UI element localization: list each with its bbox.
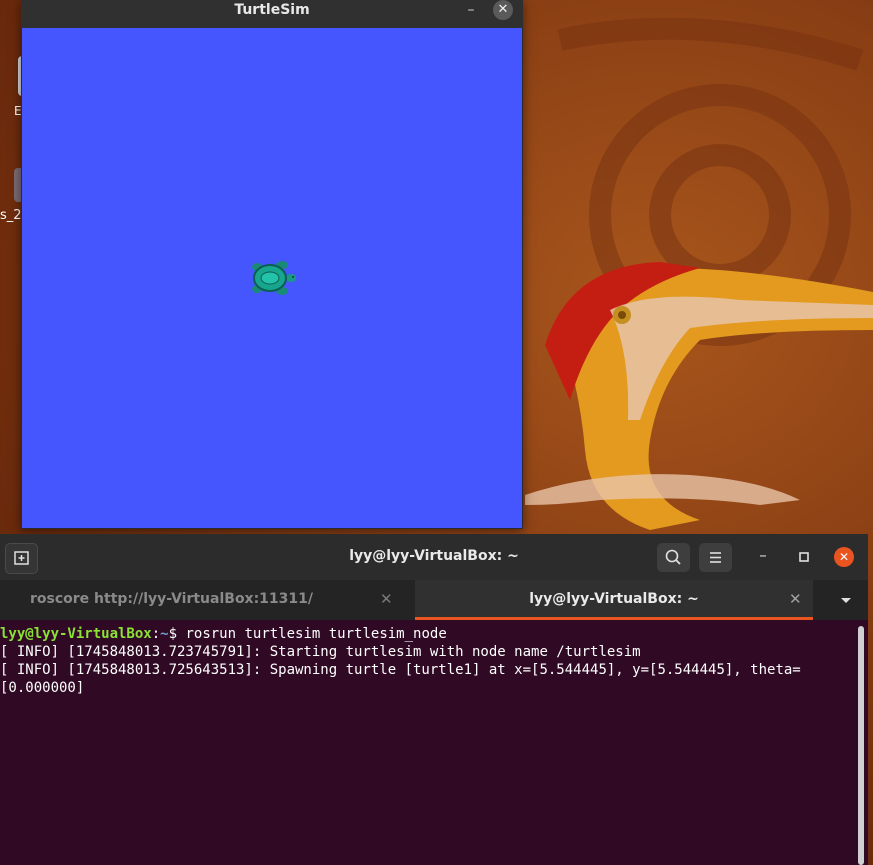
turtle-icon bbox=[252, 261, 296, 295]
turtlesim-title: TurtleSim bbox=[234, 2, 310, 18]
terminal-window: lyy@lyy-VirtualBox: ~ – ✕ roscore http:/… bbox=[0, 534, 868, 865]
maximize-icon bbox=[799, 552, 809, 562]
search-icon bbox=[665, 549, 681, 565]
terminal-output-line: [ INFO] [1745848013.723745791]: Starting… bbox=[0, 644, 641, 660]
turtle-shell-pattern bbox=[260, 271, 280, 285]
turtlesim-titlebar[interactable]: TurtleSim – ✕ bbox=[21, 0, 523, 28]
terminal-minimize-button[interactable]: – bbox=[752, 546, 774, 568]
hamburger-menu-icon bbox=[710, 552, 721, 563]
desktop-icon-label: s_2 bbox=[0, 208, 22, 223]
tab-close-button[interactable]: ✕ bbox=[380, 590, 393, 608]
terminal-title: lyy@lyy-VirtualBox: ~ bbox=[349, 548, 519, 564]
prompt-command: rosrun turtlesim turtlesim_node bbox=[177, 626, 447, 642]
turtle-eye bbox=[292, 276, 294, 278]
search-button[interactable] bbox=[657, 543, 690, 572]
turtle-head bbox=[286, 274, 296, 282]
terminal-output[interactable]: lyy@lyy-VirtualBox:~$ rosrun turtlesim t… bbox=[0, 623, 856, 865]
prompt-path: ~ bbox=[160, 626, 169, 642]
tab-close-button[interactable]: ✕ bbox=[789, 590, 802, 608]
terminal-maximize-button[interactable] bbox=[793, 546, 815, 568]
turtlesim-window: TurtleSim – ✕ bbox=[21, 0, 523, 529]
turtlesim-minimize-button[interactable]: – bbox=[463, 2, 479, 22]
tab-label: roscore http://lyy-VirtualBox:11311/ bbox=[29, 591, 314, 607]
tab-lyy-shell[interactable]: lyy@lyy-VirtualBox: ~ ✕ bbox=[415, 580, 813, 620]
tab-label: lyy@lyy-VirtualBox: ~ bbox=[529, 591, 699, 607]
terminal-output-line: [0.000000] bbox=[0, 680, 85, 696]
tab-list-dropdown[interactable] bbox=[836, 591, 856, 609]
menu-button[interactable] bbox=[699, 543, 732, 572]
chevron-down-icon bbox=[841, 598, 851, 603]
terminal-headerbar[interactable]: lyy@lyy-VirtualBox: ~ – ✕ bbox=[0, 534, 868, 580]
terminal-scrollbar[interactable] bbox=[858, 626, 864, 865]
prompt-symbol: $ bbox=[168, 626, 178, 642]
turtlesim-close-button[interactable]: ✕ bbox=[493, 0, 513, 20]
turtlesim-canvas bbox=[22, 28, 522, 528]
prompt-sep: : bbox=[151, 626, 161, 642]
tab-roscore[interactable]: roscore http://lyy-VirtualBox:11311/ ✕ bbox=[0, 580, 413, 620]
prompt-user: lyy@lyy-VirtualBox bbox=[0, 626, 152, 642]
terminal-close-button[interactable]: ✕ bbox=[834, 547, 854, 567]
terminal-prompt-line: lyy@lyy-VirtualBox:~$ rosrun turtlesim t… bbox=[0, 625, 856, 643]
terminal-tab-bar: roscore http://lyy-VirtualBox:11311/ ✕ l… bbox=[0, 580, 868, 620]
terminal-output-line: [ INFO] [1745848013.725643513]: Spawning… bbox=[0, 662, 801, 678]
wallpaper-bird bbox=[525, 262, 873, 530]
